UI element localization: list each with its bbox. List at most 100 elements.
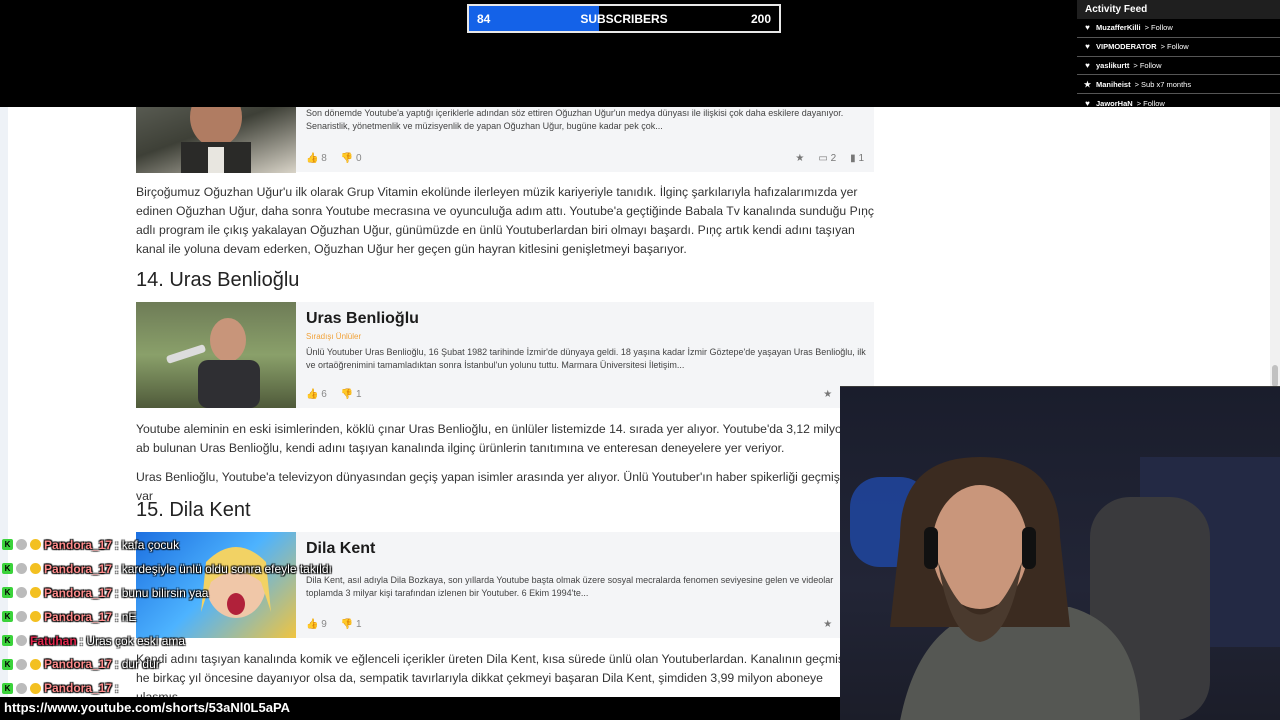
chat-text: : nE [115,609,137,624]
coin-badge-icon [30,682,41,694]
activity-feed-title: Activity Feed [1077,0,1280,19]
subscriber-goal-target: 200 [750,12,771,26]
activity-user: yaslikurtt [1096,60,1130,70]
stream-canvas: 84 SUBSCRIBERS 200 Activity Feed ♥ Muzaff… [0,0,1280,720]
card-votes: 👍 8 👎 0 [306,153,362,164]
webcam-feed [840,386,1280,720]
chat-text: : kafa çocuk [115,537,180,552]
badge-icon [16,658,27,670]
star-icon[interactable]: ★ [795,153,804,164]
activity-action: > Sub x7 months [1134,79,1192,89]
coin-badge-icon [30,587,41,599]
kick-badge-icon: K [2,539,13,551]
chat-message: K Fatuhan: Uras çok eski ama [2,629,422,653]
chat-username: Pandora_17 [44,681,113,696]
comment-icon: ▭ [818,153,828,164]
kick-badge-icon: K [2,682,13,694]
article-paragraph: Youtube aleminin en eski isimlerinden, k… [136,422,849,455]
chat-message: K Pandora_17: bunu bilirsin yaa [2,581,422,605]
section-heading: 15. Dila Kent [136,499,251,521]
badge-icon [16,611,27,623]
chat-text: : kardeşiyle ünlü oldu sonra efeyle takı… [115,561,332,576]
activity-user: MuzafferKilli [1096,23,1141,33]
kick-badge-icon: K [2,587,13,599]
card-votes: 👍 6 👎 1 [306,389,362,400]
coin-badge-icon [30,611,41,623]
star-icon: ★ [1083,79,1092,89]
bookmark-button[interactable]: ▮ 1 [850,153,864,164]
like-count: 6 [321,389,327,400]
activity-user: VIPMODERATOR [1096,42,1157,52]
activity-action: > Follow [1160,42,1189,52]
card-category[interactable]: Sıradışı Ünlüler [306,332,361,341]
chat-username: Pandora_17 [44,561,113,576]
bookmark-count: 1 [858,153,864,164]
chat-username: Pandora_17 [44,609,113,624]
chat-message: K Pandora_17: kafa çocuk [2,533,422,557]
chat-username: Pandora_17 [44,657,113,672]
dislike-button[interactable]: 👎 0 [341,153,362,164]
kick-badge-icon: K [2,563,13,575]
kick-badge-icon: K [2,635,13,646]
chat-username: Pandora_17 [44,537,113,552]
heart-icon: ♥ [1085,42,1090,52]
chat-text: : Uras çok eski ama [79,633,186,648]
chat-overlay: K Pandora_17: kafa çocuk K Pandora_17: kar… [2,533,422,700]
activity-row: ♥ MuzafferKilli > Follow [1077,19,1280,38]
subscriber-goal-label: SUBSCRIBERS [580,12,668,26]
card-photo[interactable] [136,107,296,173]
chat-message: K Pandora_17: nE [2,605,422,629]
thumbs-down-icon: 👎 [340,389,354,400]
activity-row: ★ Maniheist > Sub x7 months [1077,75,1280,95]
portrait-image [181,107,251,173]
star-icon[interactable]: ★ [823,619,832,630]
chat-username: Pandora_17 [44,585,113,600]
subscriber-goal-bar: 84 SUBSCRIBERS 200 [467,4,781,33]
celebrity-card[interactable]: Son dönemde Youtube'a yaptığı içeriklerl… [136,107,874,173]
star-icon[interactable]: ★ [823,389,832,400]
url-overlay[interactable]: https://www.youtube.com/shorts/53aNl0L5a… [0,697,840,720]
section-heading: 14. Uras Benlioğlu [136,269,300,291]
article-paragraph: Birçoğumuz Oğuzhan Uğur'u ilk olarak Gru… [136,185,874,256]
card-description: Son dönemde Youtube'a yaptığı içeriklerl… [306,108,844,131]
chat-message: K Pandora_17: kardeşiyle ünlü oldu sonra … [2,557,422,581]
heart-icon: ♥ [1085,60,1090,70]
badge-icon [16,682,27,694]
coin-badge-icon [30,539,41,551]
activity-user: Maniheist [1096,79,1131,89]
like-button[interactable]: 👍 8 [306,153,327,164]
thumbs-up-icon: 👍 [306,153,319,164]
badge-icon [16,563,27,575]
chat-text: : bunu bilirsin yaa [115,585,209,600]
comment-count: 2 [830,153,837,164]
activity-row: ♥ yaslikurtt > Follow [1077,57,1280,76]
dislike-count: 0 [356,153,362,164]
card-photo[interactable] [136,302,296,408]
scrollbar-thumb[interactable] [1272,365,1278,387]
kick-badge-icon: K [2,611,13,623]
portrait-image [166,318,260,408]
like-button[interactable]: 👍 6 [306,389,327,400]
badge-icon [16,539,27,551]
card-title[interactable]: Uras Benlioğlu [306,310,419,328]
activity-row: ♥ VIPMODERATOR > Follow [1077,38,1280,57]
coin-badge-icon [30,563,41,575]
badge-icon [16,587,27,599]
chat-username: Fatuhan [30,633,77,648]
dislike-count: 1 [356,389,362,400]
chat-text: : dur dur [115,657,160,672]
card-description: Ünlü Youtuber Uras Benlioğlu, 16 Şubat 1… [306,347,866,370]
celebrity-card[interactable]: Uras Benlioğlu Sıradışı Ünlüler Ünlü You… [136,302,874,408]
chat-text: : [115,681,119,696]
heart-icon: ♥ [1085,23,1090,33]
activity-action: > Follow [1133,60,1162,70]
bookmark-icon: ▮ [850,153,856,164]
thumbs-up-icon: 👍 [306,389,319,400]
comment-button[interactable]: ▭ 2 [818,153,836,164]
dislike-button[interactable]: 👎 1 [341,389,362,400]
chat-message: K Pandora_17: dur dur [2,652,422,676]
coin-badge-icon [30,658,41,670]
webcam-image [850,457,1280,720]
card-actions: ★ ▭ 2 ▮ 1 [795,153,864,164]
thumbs-down-icon: 👎 [340,153,354,164]
